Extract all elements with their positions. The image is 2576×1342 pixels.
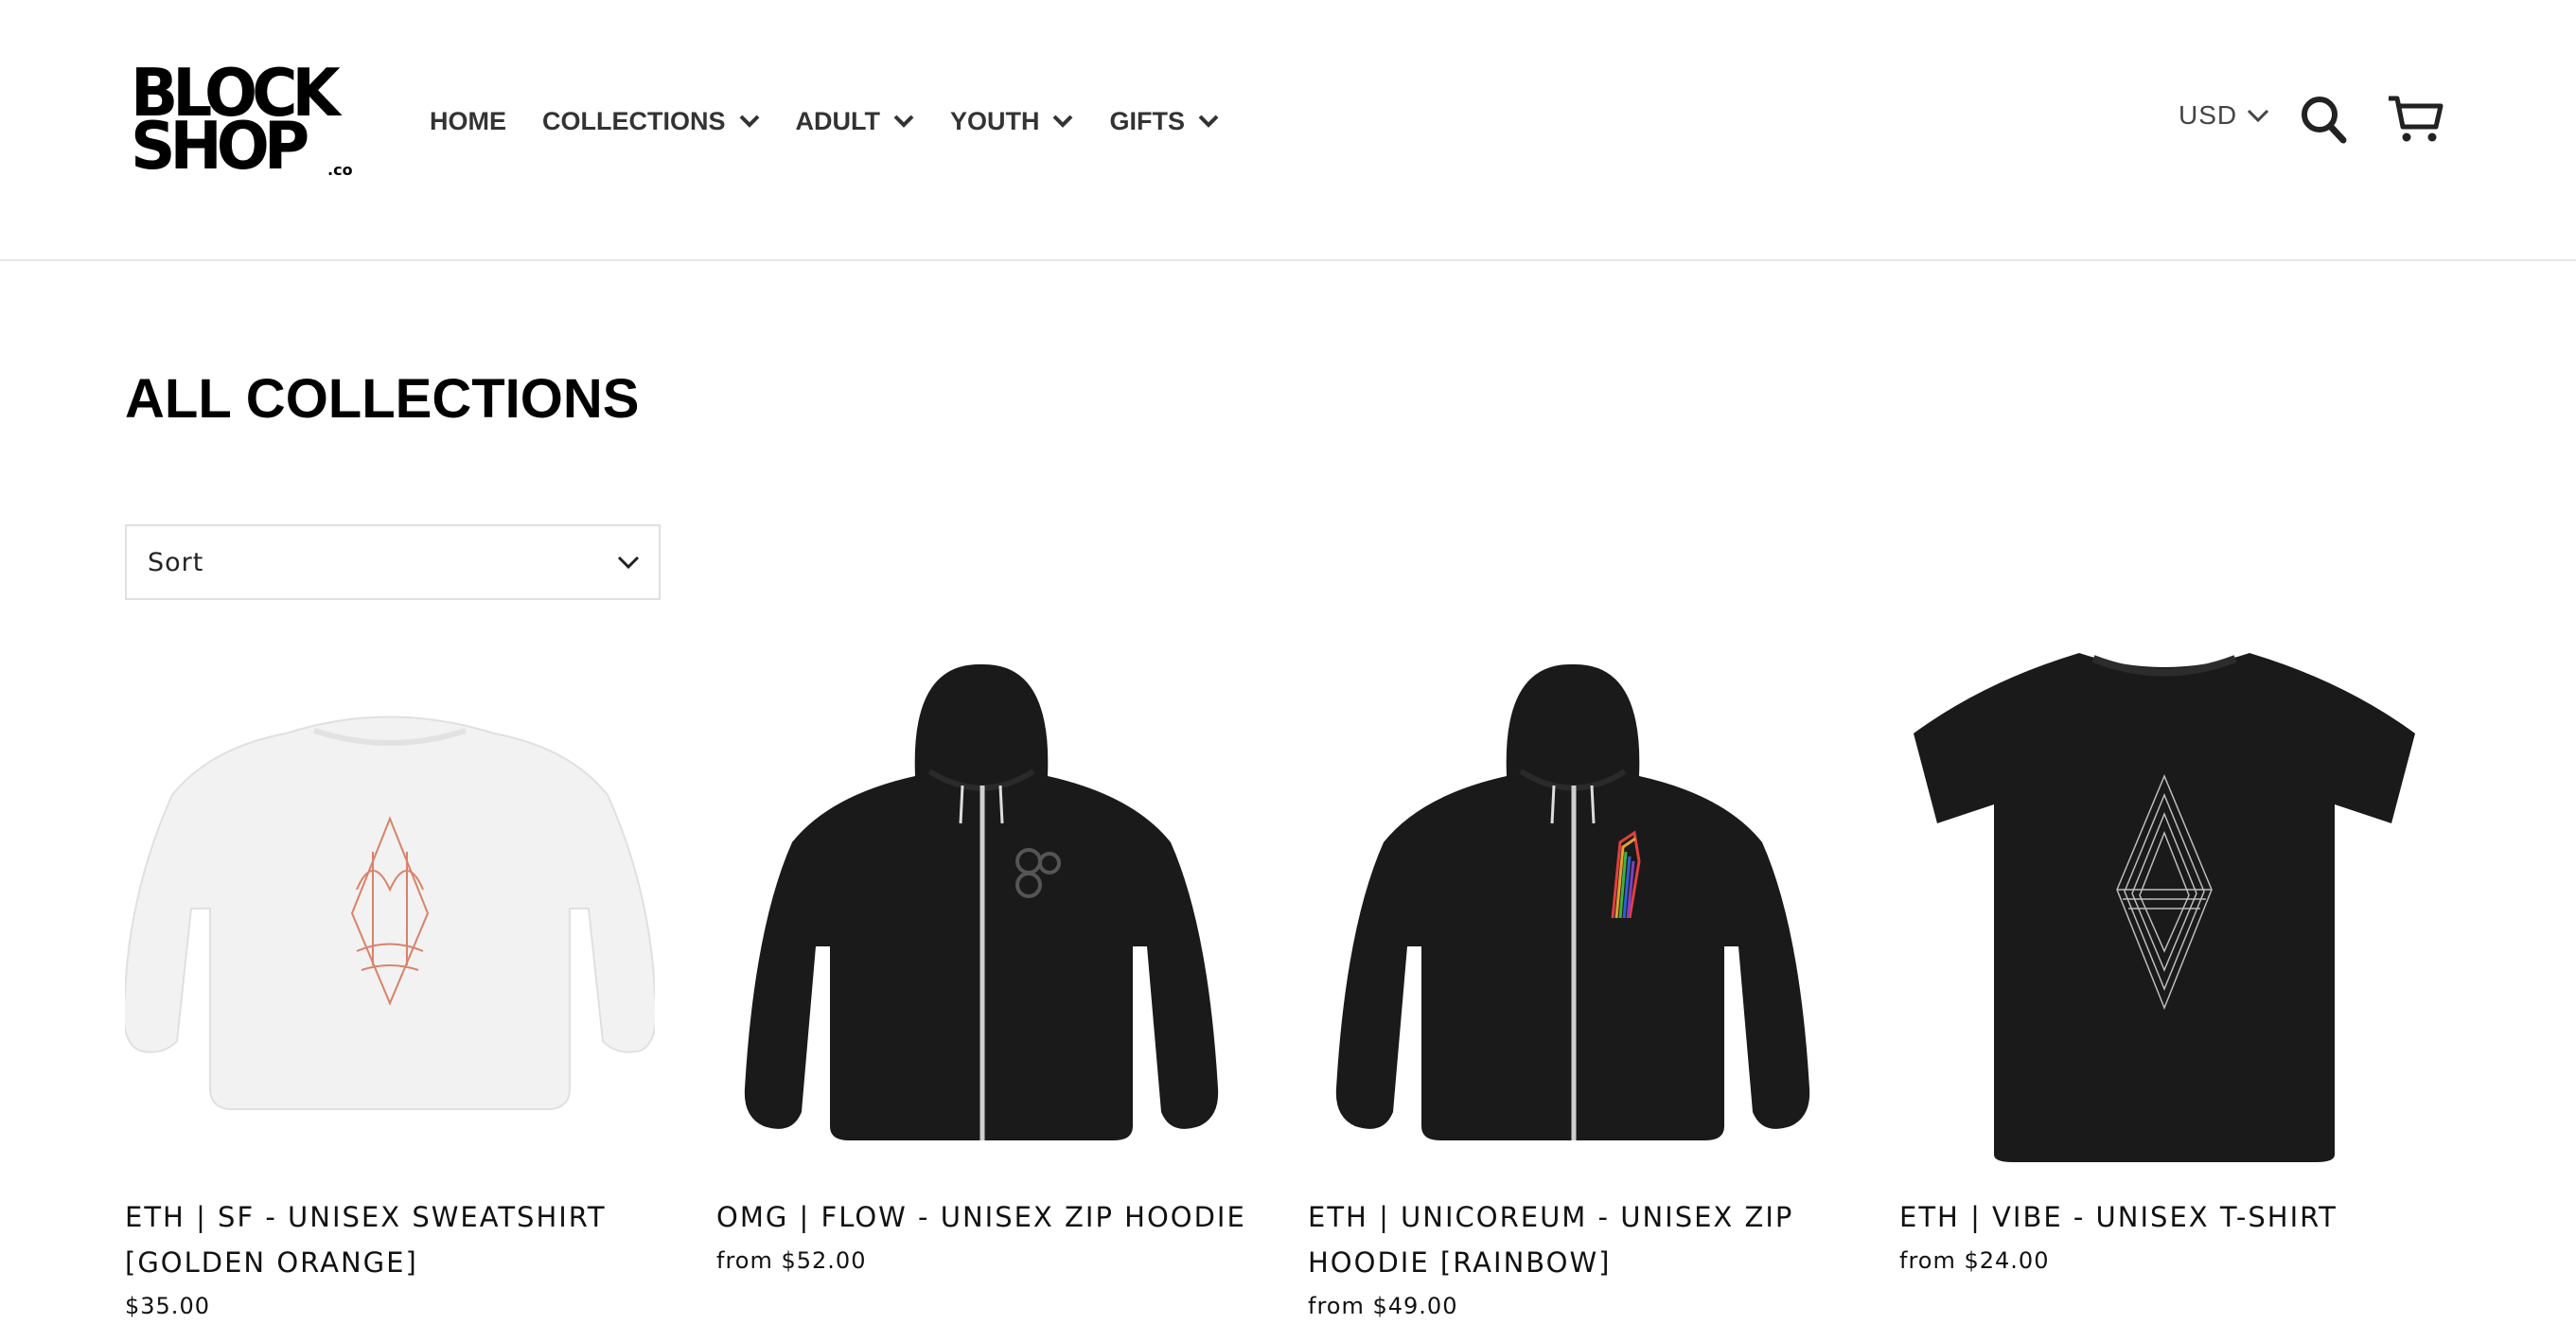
product-price: from $49.00 bbox=[1308, 1293, 1458, 1319]
product-image-vibe-tshirt[interactable] bbox=[1899, 644, 2429, 1174]
site-header: BLOCK SHOP .co HOME COLLECTIONS ADULT YO… bbox=[0, 0, 2576, 261]
product-price: from $24.00 bbox=[1899, 1247, 2050, 1274]
product-title[interactable]: ETH | SF - UNISEX SWEATSHIRT [GOLDEN ORA… bbox=[125, 1194, 655, 1285]
nav-item-youth[interactable]: YOUTH bbox=[950, 107, 1074, 136]
nav-label: YOUTH bbox=[949, 106, 1040, 135]
nav-label: GIFTS bbox=[1109, 106, 1185, 135]
chevron-down-icon bbox=[2248, 109, 2269, 123]
nav-item-adult[interactable]: ADULT bbox=[796, 107, 914, 136]
chevron-down-icon bbox=[1198, 115, 1219, 128]
product-image-sweatshirt[interactable] bbox=[125, 644, 655, 1174]
product-image-omg-hoodie[interactable] bbox=[716, 644, 1246, 1174]
product-image-unicoreum-hoodie[interactable] bbox=[1308, 644, 1838, 1174]
chevron-down-icon bbox=[893, 115, 914, 128]
nav-item-collections[interactable]: COLLECTIONS bbox=[542, 107, 760, 136]
nav-item-gifts[interactable]: GIFTS bbox=[1109, 107, 1219, 136]
nav-item-home[interactable]: HOME bbox=[430, 107, 506, 136]
nav-label: ADULT bbox=[795, 106, 880, 135]
product-title[interactable]: ETH | VIBE - UNISEX T-SHIRT bbox=[1899, 1194, 2429, 1240]
product-price: $35.00 bbox=[125, 1293, 210, 1319]
sort-select[interactable]: Sort bbox=[125, 524, 661, 600]
cart-icon[interactable] bbox=[2387, 93, 2444, 144]
page-title: ALL COLLECTIONS bbox=[125, 368, 640, 430]
chevron-down-icon bbox=[739, 115, 759, 128]
main-nav: HOME COLLECTIONS ADULT YOUTH GIFTS bbox=[430, 104, 1255, 138]
currency-selector[interactable]: USD bbox=[2179, 100, 2269, 131]
logo-text-line2: SHOP bbox=[131, 108, 309, 185]
product-title[interactable]: ETH | UNICOREUM - UNISEX ZIP HOODIE [RAI… bbox=[1308, 1194, 1838, 1285]
store-logo[interactable]: BLOCK SHOP .co bbox=[131, 61, 360, 185]
logo-suffix: .co bbox=[327, 161, 353, 179]
product-title[interactable]: OMG | FLOW - UNISEX ZIP HOODIE bbox=[716, 1194, 1246, 1240]
product-price: from $52.00 bbox=[716, 1247, 867, 1274]
currency-label: USD bbox=[2179, 100, 2238, 130]
nav-label: COLLECTIONS bbox=[542, 106, 726, 135]
chevron-down-icon bbox=[1053, 115, 1073, 128]
search-icon[interactable] bbox=[2300, 95, 2347, 144]
sort-label: Sort bbox=[148, 547, 204, 577]
chevron-down-icon bbox=[617, 556, 640, 570]
nav-label: HOME bbox=[430, 106, 506, 135]
